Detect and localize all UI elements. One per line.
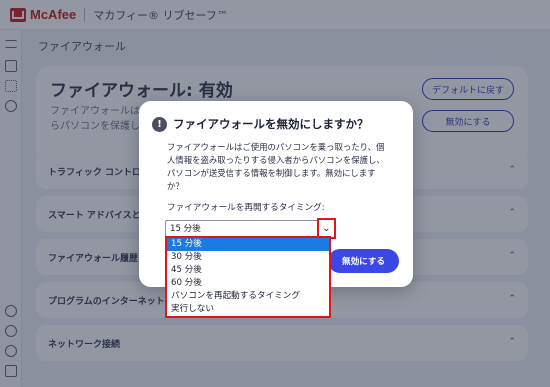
resume-timing-options: 15 分後 30 分後 45 分後 60 分後 パソコンを再起動するタイミング …: [165, 236, 331, 318]
message-line: か？: [167, 181, 184, 191]
warning-icon: !: [152, 117, 167, 132]
option-30-min[interactable]: 30 分後: [167, 251, 329, 264]
dialog-title: ファイアウォールを無効にしますか？: [173, 117, 369, 131]
dialog-message: ファイアウォールはご使用のパソコンを乗っ取ったり、個 人情報を盗み取ったりする侵…: [167, 141, 389, 193]
option-15-min[interactable]: 15 分後: [167, 238, 329, 251]
confirm-disable-button[interactable]: 無効にする: [328, 249, 399, 273]
chevron-down-icon: ⌄: [322, 223, 331, 234]
message-line: パソコンが送受信する情報を制御します。無効にします: [167, 168, 376, 178]
message-line: 人情報を盗み取ったりする侵入者からパソコンを保護し、: [167, 155, 385, 165]
option-never[interactable]: 実行しない: [167, 303, 329, 316]
option-45-min[interactable]: 45 分後: [167, 264, 329, 277]
option-60-min[interactable]: 60 分後: [167, 277, 329, 290]
option-on-restart[interactable]: パソコンを再起動するタイミング: [167, 290, 329, 303]
resume-timing-label: ファイアウォールを再開するタイミング:: [167, 203, 325, 213]
message-line: ファイアウォールはご使用のパソコンを乗っ取ったり、個: [167, 142, 385, 152]
